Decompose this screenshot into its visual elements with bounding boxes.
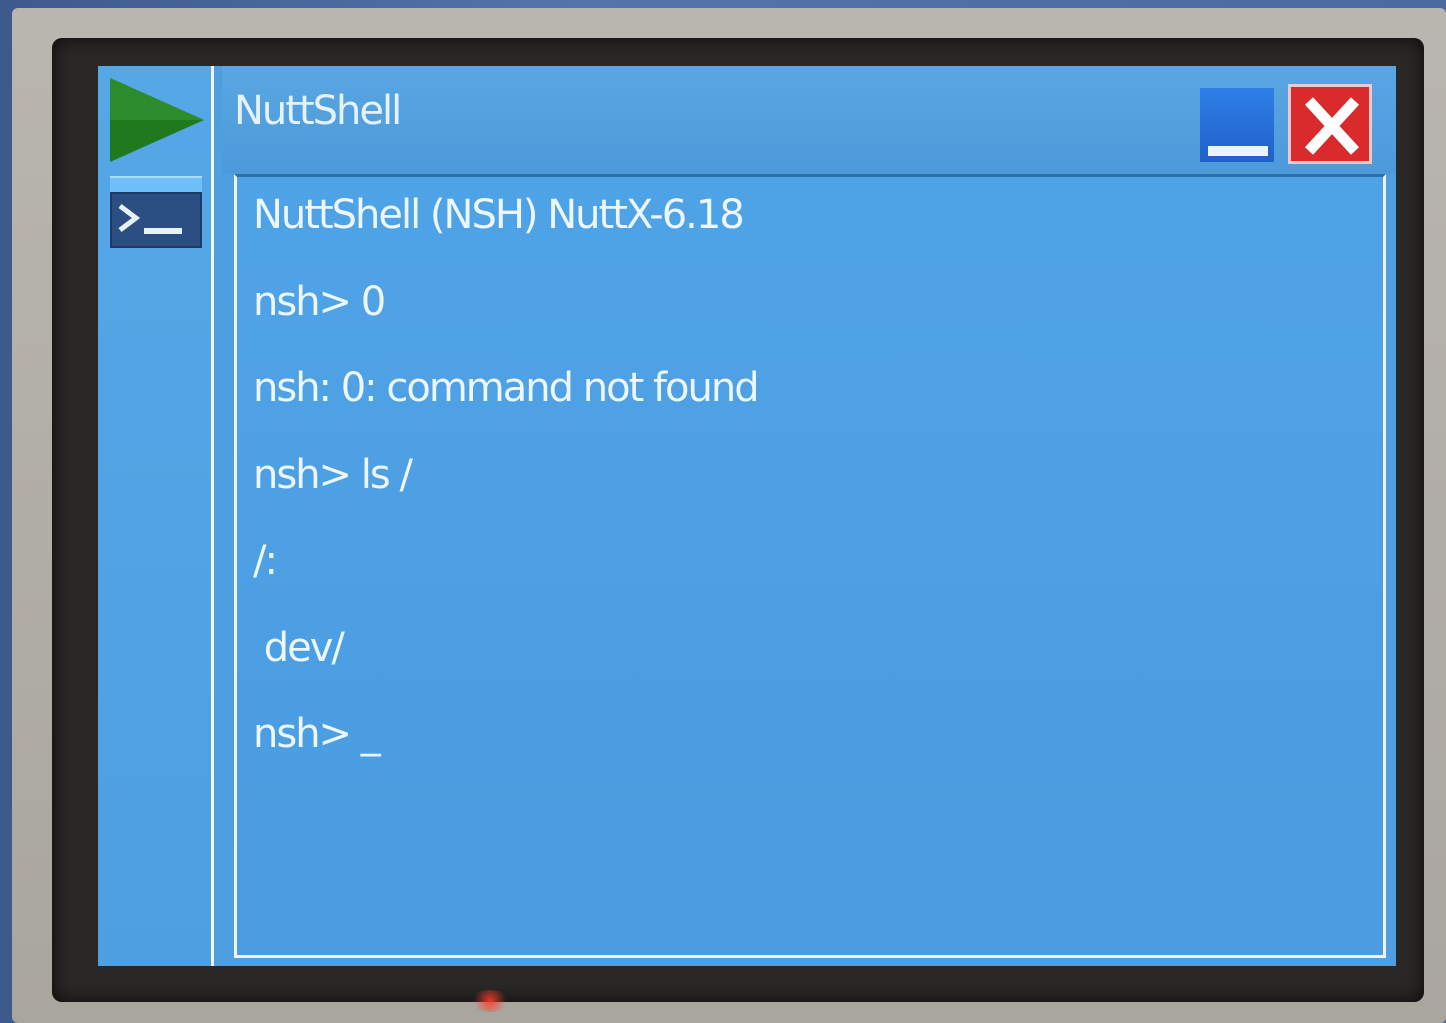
console-line: NuttShell (NSH) NuttX-6.18 xyxy=(253,192,745,238)
console-line: nsh: 0: command not found xyxy=(253,365,760,411)
console-line: /: xyxy=(253,538,278,584)
console-line: nsh> ls / xyxy=(253,451,413,498)
console-prompt-line: nsh> _ xyxy=(253,711,381,757)
taskbar xyxy=(98,66,214,966)
close-x-icon xyxy=(1304,97,1360,155)
console-lines: NuttShell (NSH) NuttX-6.18 nsh> 0 nsh: 0… xyxy=(253,187,760,793)
play-triangle-icon xyxy=(110,78,204,162)
taskbar-item-nuttshell[interactable] xyxy=(110,176,202,248)
terminal-prompt-icon xyxy=(110,192,202,248)
taskbar-item-highlight xyxy=(110,176,202,192)
window-title: NuttShell xyxy=(234,88,402,134)
console-line: dev/ xyxy=(253,624,345,671)
close-button[interactable] xyxy=(1288,84,1372,164)
power-led xyxy=(470,990,510,1012)
console-line: nsh> 0 xyxy=(253,278,386,325)
nuttshell-window: NuttShell NuttShell (NSH) NuttX-6.18 nsh… xyxy=(222,66,1396,966)
minimize-icon xyxy=(1208,146,1268,156)
window-titlebar[interactable]: NuttShell xyxy=(222,66,1396,174)
console-output-area[interactable]: NuttShell (NSH) NuttX-6.18 nsh> 0 nsh: 0… xyxy=(234,174,1386,958)
start-button[interactable] xyxy=(104,72,208,168)
minimize-button[interactable] xyxy=(1200,88,1274,162)
lcd-screen: NuttShell NuttShell (NSH) NuttX-6.18 nsh… xyxy=(98,66,1396,966)
